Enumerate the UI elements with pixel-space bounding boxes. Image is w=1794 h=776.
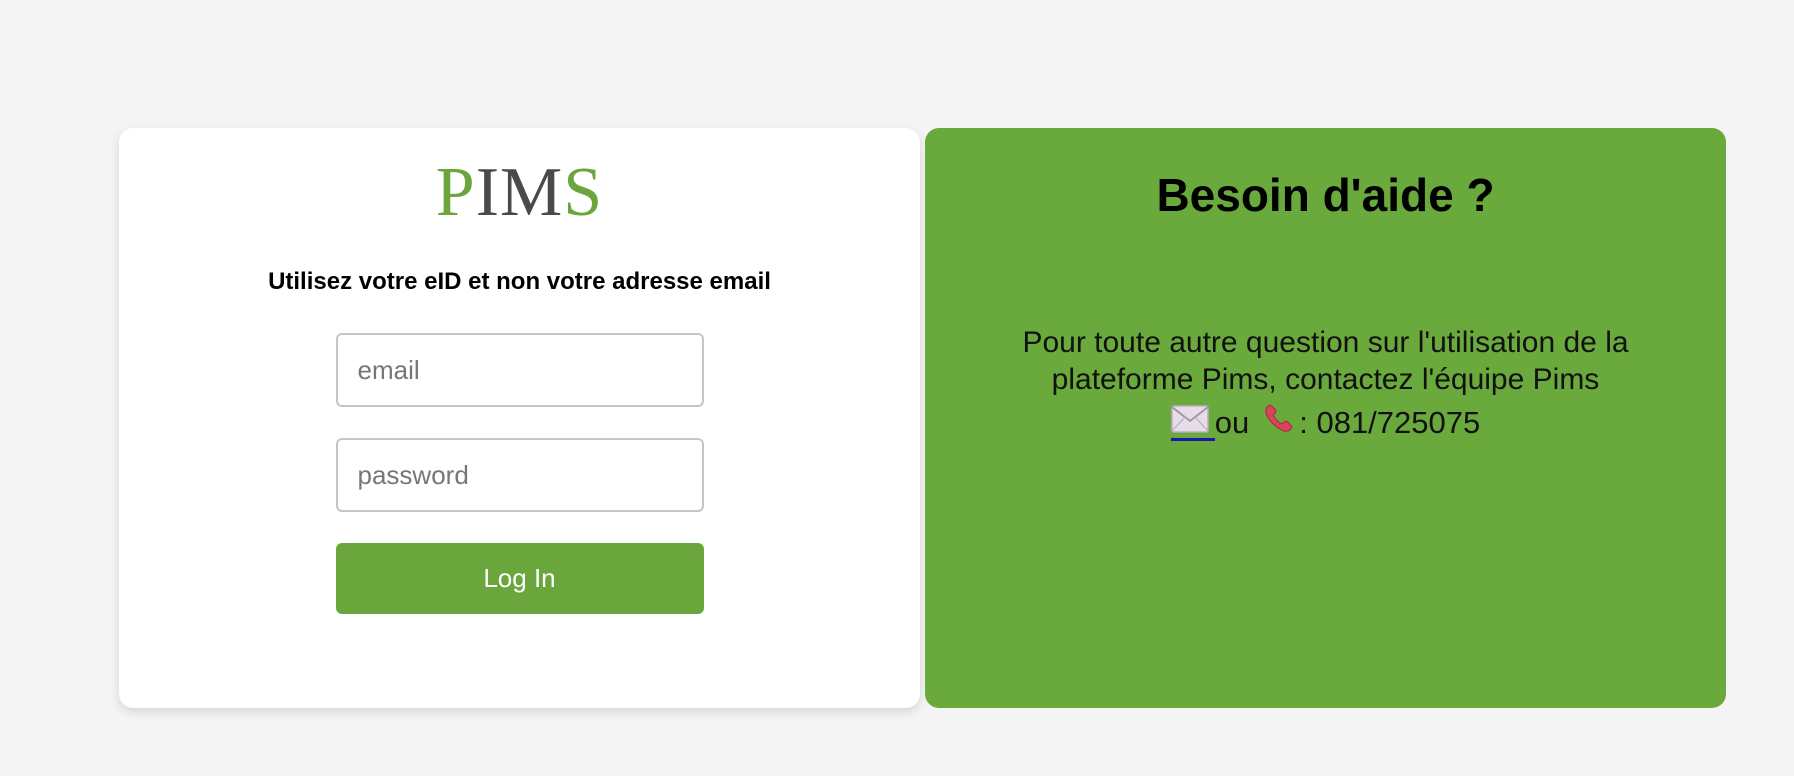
login-card: PIMS Utilisez votre eID et non votre adr… <box>119 128 920 708</box>
envelope-icon <box>1171 404 1209 438</box>
contact-line: ou : 081/725075 <box>976 402 1676 442</box>
page-container: PIMS Utilisez votre eID et non votre adr… <box>119 128 1726 708</box>
logo-letter-i: I <box>475 154 501 231</box>
help-title: Besoin d'aide ? <box>1156 169 1495 221</box>
password-input[interactable] <box>335 438 704 512</box>
email-link[interactable] <box>1170 403 1215 441</box>
help-panel: Besoin d'aide ? Pour toute autre questio… <box>925 128 1726 708</box>
help-text: Pour toute autre question sur l'utilisat… <box>976 324 1676 442</box>
login-button[interactable]: Log In <box>335 543 704 614</box>
logo-letter-p: P <box>435 154 476 231</box>
login-instructions: Utilisez votre eID et non votre adresse … <box>268 268 771 295</box>
logo-letter-s: S <box>563 154 604 231</box>
logo-letter-m: M <box>500 154 564 231</box>
pims-logo: PIMS <box>436 158 603 228</box>
phone-icon <box>1263 402 1295 442</box>
or-label: ou <box>1214 404 1250 440</box>
help-description: Pour toute autre question sur l'utilisat… <box>1022 326 1629 396</box>
phone-number: : 081/725075 <box>1299 404 1481 440</box>
email-input[interactable] <box>335 333 704 407</box>
